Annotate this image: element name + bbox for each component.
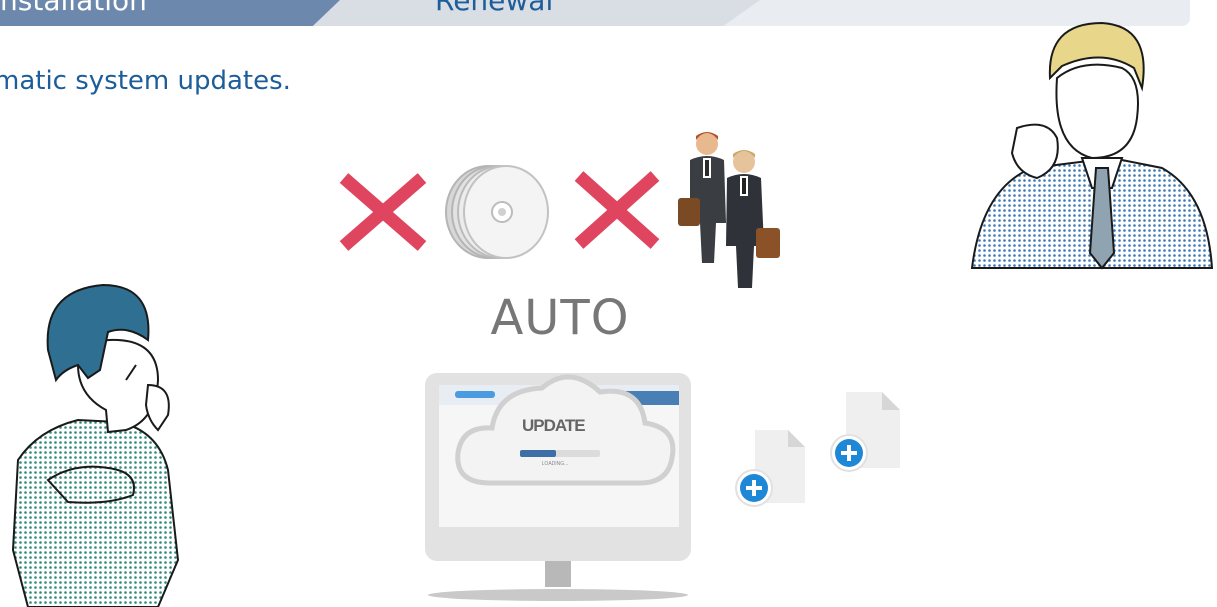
tab-renewal[interactable]: Renewal [300,0,760,26]
update-status: LOADING... [541,461,569,467]
auto-label: AUTO [490,290,630,346]
tab-new-installation[interactable]: w Installation [0,0,340,26]
cross-icon [339,173,427,251]
tab-new-installation-label: w Installation [0,0,147,17]
tab-renewal-label: Renewal [435,0,554,17]
confident-man-illustration [970,21,1214,270]
update-title: UPDATE [522,416,586,435]
tagline: matic system updates. [0,66,291,96]
disc-stack-icon [445,165,549,259]
cross-icon [574,171,660,249]
new-file-icon [830,392,900,472]
businessmen-icon [678,132,780,288]
thinking-man-illustration [11,283,180,607]
new-file-icon [735,430,805,507]
